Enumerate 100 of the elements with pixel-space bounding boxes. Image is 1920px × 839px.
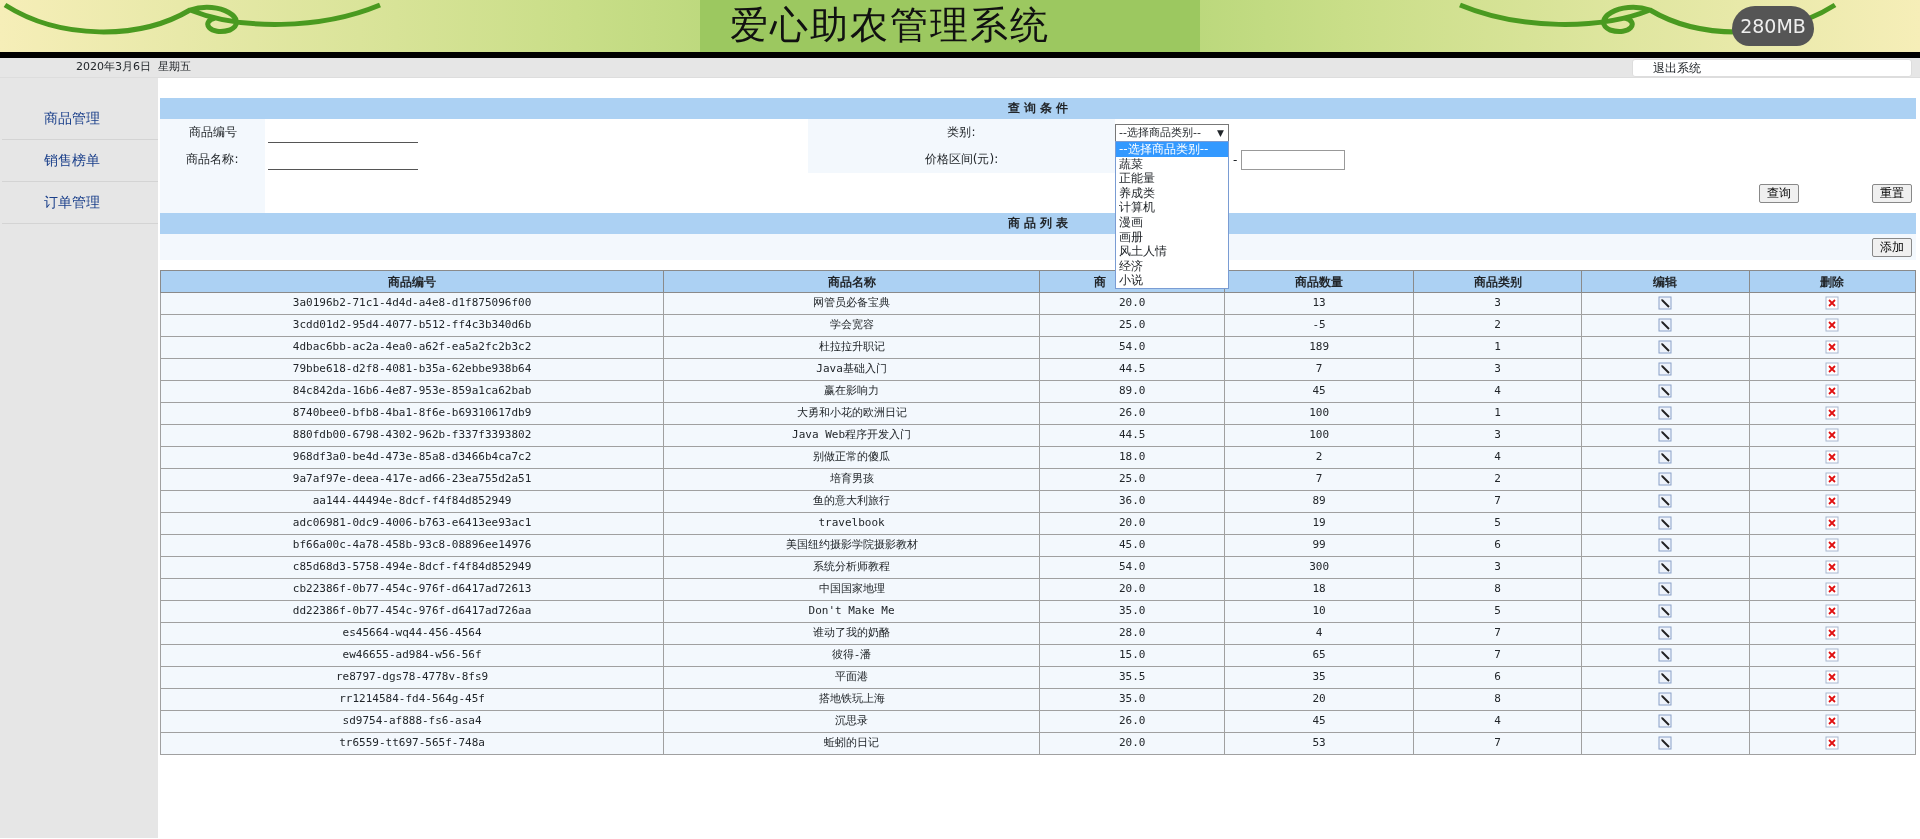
delete-icon[interactable] <box>1825 736 1840 751</box>
table-cell: 2 <box>1413 314 1582 337</box>
dropdown-option[interactable]: 养成类 <box>1116 185 1228 201</box>
table-cell: travelbook <box>663 512 1040 535</box>
delete-icon[interactable] <box>1825 494 1840 509</box>
delete-icon[interactable] <box>1825 626 1840 641</box>
delete-icon[interactable] <box>1825 582 1840 597</box>
edit-icon[interactable] <box>1658 296 1673 311</box>
column-header: 商品类别 <box>1413 270 1582 293</box>
delete-icon[interactable] <box>1825 538 1840 553</box>
edit-icon[interactable] <box>1658 582 1673 597</box>
table-cell: 20 <box>1224 688 1414 711</box>
table-cell: rr1214584-fd4-564g-45f <box>160 688 664 711</box>
edit-icon[interactable] <box>1658 340 1673 355</box>
edit-icon[interactable] <box>1658 626 1673 641</box>
sidebar-item[interactable]: 销售榜单 <box>2 140 158 182</box>
edit-icon[interactable] <box>1658 516 1673 531</box>
table-cell: 美国纽约摄影学院摄影教材 <box>663 534 1040 557</box>
add-button[interactable]: 添加 <box>1872 237 1912 257</box>
table-cell: 20.0 <box>1039 292 1225 315</box>
memory-badge: 280MB <box>1732 6 1814 46</box>
edit-icon[interactable] <box>1658 362 1673 377</box>
dropdown-option[interactable]: 正能量 <box>1116 171 1228 186</box>
table-cell: adc06981-0dc9-4006-b763-e6413ee93ac1 <box>160 512 664 535</box>
table-cell: 300 <box>1224 556 1414 579</box>
table-cell: -5 <box>1224 314 1414 337</box>
table-cell: 学会宽容 <box>663 314 1040 337</box>
table-cell: 79bbe618-d2f8-4081-b35a-62ebbe938b64 <box>160 358 664 381</box>
table-cell: 35.5 <box>1039 666 1225 689</box>
table-cell: dd22386f-0b77-454c-976f-d6417ad726aa <box>160 600 664 623</box>
dropdown-option[interactable]: 漫画 <box>1116 214 1228 230</box>
search-button[interactable]: 查询 <box>1759 183 1799 203</box>
dropdown-option[interactable]: 风土人情 <box>1116 244 1228 259</box>
field-label: 商品名称: <box>186 152 239 166</box>
sidebar-item[interactable]: 订单管理 <box>2 182 158 224</box>
edit-icon[interactable] <box>1658 538 1673 553</box>
edit-icon[interactable] <box>1658 736 1673 751</box>
table-cell: 1 <box>1413 402 1582 425</box>
edit-icon[interactable] <box>1658 648 1673 663</box>
reset-button[interactable]: 重置 <box>1872 183 1912 203</box>
table-cell: re8797-dgs78-4778v-8fs9 <box>160 666 664 689</box>
edit-icon[interactable] <box>1658 384 1673 399</box>
table-cell: 大勇和小花的欧洲日记 <box>663 402 1040 425</box>
table-cell: 3 <box>1413 292 1582 315</box>
dropdown-option[interactable]: 画册 <box>1116 229 1228 245</box>
edit-icon[interactable] <box>1658 406 1673 421</box>
delete-icon[interactable] <box>1825 714 1840 729</box>
edit-icon[interactable] <box>1658 670 1673 685</box>
table-cell: 沉思录 <box>663 710 1040 733</box>
sidebar-item[interactable]: 商品管理 <box>2 98 158 140</box>
field-label: 商品编号 <box>188 125 237 139</box>
price-field[interactable] <box>1241 149 1346 170</box>
delete-icon[interactable] <box>1825 384 1840 399</box>
table-cell: 3a0196b2-71c1-4d4d-a4e8-d1f875096f00 <box>160 292 664 315</box>
edit-icon[interactable] <box>1658 494 1673 509</box>
table-cell: bf66a00c-4a78-458b-93c8-08896ee14976 <box>160 534 664 557</box>
edit-icon[interactable] <box>1658 604 1673 619</box>
table-cell: 53 <box>1224 732 1414 755</box>
edit-icon[interactable] <box>1658 692 1673 707</box>
delete-icon[interactable] <box>1825 318 1840 333</box>
table-cell: 6 <box>1413 534 1582 557</box>
dropdown-option[interactable]: 蔬菜 <box>1116 156 1228 172</box>
table-cell: cb22386f-0b77-454c-976f-d6417ad72613 <box>160 578 664 601</box>
delete-icon[interactable] <box>1825 340 1840 355</box>
delete-icon[interactable] <box>1825 428 1840 443</box>
table-cell: 99 <box>1224 534 1414 557</box>
delete-icon[interactable] <box>1825 560 1840 575</box>
logout-link[interactable]: 退出系统 <box>1632 58 1912 77</box>
edit-icon[interactable] <box>1658 560 1673 575</box>
delete-icon[interactable] <box>1825 450 1840 465</box>
delete-icon[interactable] <box>1825 296 1840 311</box>
table-cell: 4 <box>1413 446 1582 469</box>
delete-icon[interactable] <box>1825 604 1840 619</box>
edit-icon[interactable] <box>1658 472 1673 487</box>
column-header: 编辑 <box>1581 270 1750 293</box>
dropdown-option[interactable]: 计算机 <box>1116 200 1228 215</box>
table-cell: 26.0 <box>1039 402 1225 425</box>
category-select[interactable]: --选择商品类别-- ▼ <box>1115 123 1229 142</box>
column-header: 删除 <box>1749 270 1916 293</box>
edit-icon[interactable] <box>1658 714 1673 729</box>
table-cell: ew46655-ad984-w56-56f <box>160 644 664 667</box>
delete-icon[interactable] <box>1825 362 1840 377</box>
table-cell: 8 <box>1413 578 1582 601</box>
column-header: 商品数量 <box>1224 270 1414 293</box>
edit-icon[interactable] <box>1658 428 1673 443</box>
delete-icon[interactable] <box>1825 670 1840 685</box>
table-cell: 蚯蚓的日记 <box>663 732 1040 755</box>
delete-icon[interactable] <box>1825 692 1840 707</box>
delete-icon[interactable] <box>1825 406 1840 421</box>
edit-icon[interactable] <box>1658 318 1673 333</box>
edit-icon[interactable] <box>1658 450 1673 465</box>
delete-icon[interactable] <box>1825 516 1840 531</box>
table-cell: Java Web程序开发入门 <box>663 424 1040 447</box>
table-cell: 7 <box>1413 490 1582 513</box>
table-cell: 3cdd01d2-95d4-4077-b512-ff4c3b340d6b <box>160 314 664 337</box>
table-cell: 84c842da-16b6-4e87-953e-859a1ca62bab <box>160 380 664 403</box>
delete-icon[interactable] <box>1825 472 1840 487</box>
table-cell: 彼得-潘 <box>663 644 1040 667</box>
table-cell: Don't Make Me <box>663 600 1040 623</box>
delete-icon[interactable] <box>1825 648 1840 663</box>
